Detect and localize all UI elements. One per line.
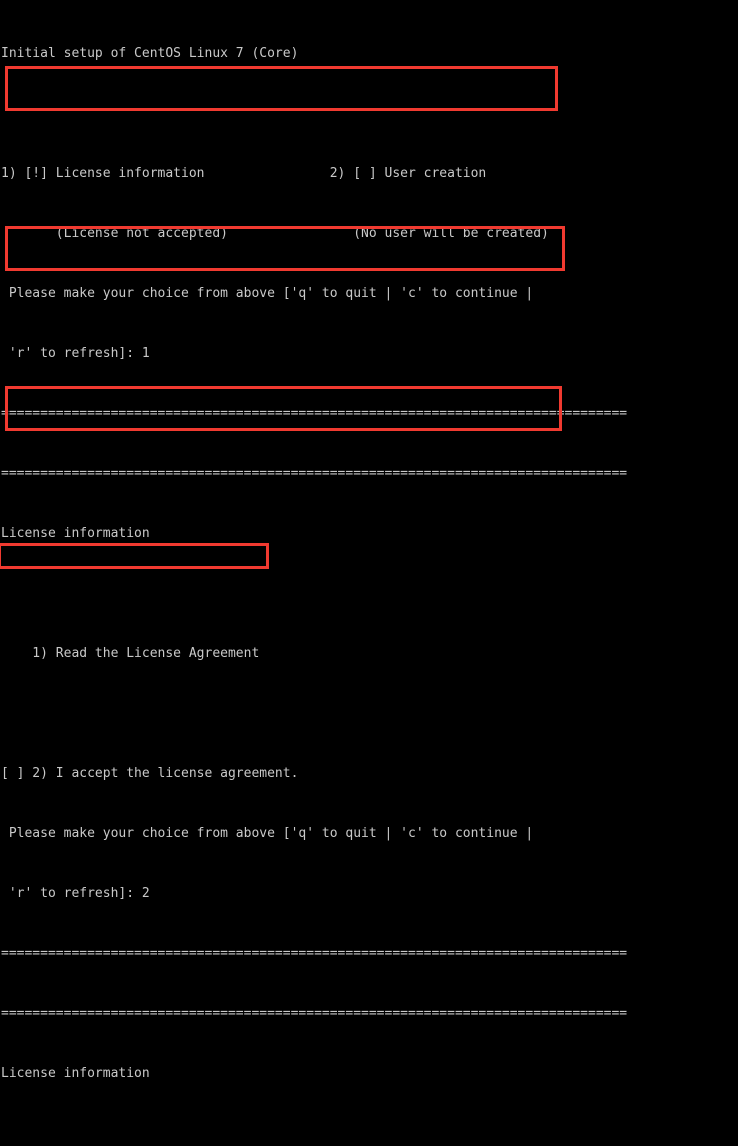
terminal-line-menu-items[interactable]: 1) [!] License information 2) [ ] User c… bbox=[1, 164, 738, 184]
terminal-line-license-heading-1: License information bbox=[1, 526, 150, 541]
terminal-line-menu-details: (License not accepted) (No user will be … bbox=[1, 226, 549, 241]
terminal-line-prompt1-a: Please make your choice from above ['q' … bbox=[1, 286, 534, 301]
terminal-line-separator-2a: ========================================… bbox=[1, 946, 628, 961]
terminal-line-prompt1-b[interactable]: 'r' to refresh]: 1 bbox=[1, 344, 738, 364]
terminal-screen[interactable]: Initial setup of CentOS Linux 7 (Core) 1… bbox=[0, 0, 738, 1081]
terminal-line-blank-2 bbox=[1, 584, 738, 604]
terminal-line-prompt2-a: Please make your choice from above ['q' … bbox=[1, 826, 534, 841]
terminal-line-separator-2b: ========================================… bbox=[1, 1006, 628, 1021]
terminal-window[interactable]: Initial setup of CentOS Linux 7 (Core) 1… bbox=[0, 0, 738, 1081]
terminal-line-separator-1a: ========================================… bbox=[1, 406, 628, 421]
terminal-line-license-heading-2: License information bbox=[1, 1066, 150, 1081]
terminal-line-title: Initial setup of CentOS Linux 7 (Core) bbox=[1, 46, 299, 61]
terminal-line-blank-1 bbox=[1, 104, 738, 124]
terminal-line-separator-1b: ========================================… bbox=[1, 466, 628, 481]
terminal-line-read-agreement-1[interactable]: 1) Read the License Agreement bbox=[1, 644, 738, 664]
terminal-line-blank-4 bbox=[1, 1124, 738, 1144]
terminal-line-accept-unchecked[interactable]: [ ] 2) I accept the license agreement. bbox=[1, 764, 738, 784]
terminal-line-prompt2-b[interactable]: 'r' to refresh]: 2 bbox=[1, 884, 738, 904]
terminal-line-blank-3 bbox=[1, 704, 738, 724]
